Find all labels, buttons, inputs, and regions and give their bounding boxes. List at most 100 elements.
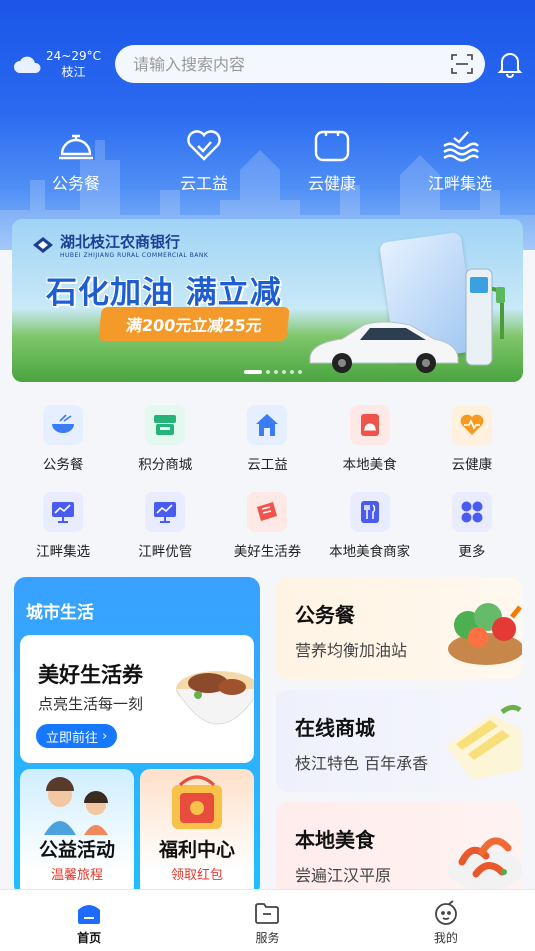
grid-item-points-mall[interactable]: 积分商城: [114, 405, 216, 492]
city-life-panel: 城市生活 美好生活券 点亮生活每一刻 立即前往 › 公益活动 温馨旅程 福利中心…: [14, 577, 260, 897]
welfare-center-card[interactable]: 福利中心 领取红包: [140, 769, 254, 897]
heart-pulse-icon: [460, 414, 484, 435]
service-grid: 公务餐 积分商城 云工益 本地美食 云健康 江畔集选 江畔优管 美好生活券 本地…: [12, 405, 523, 579]
bank-logo: 湖北枝江农商银行 HUBEI ZHIJIANG RURAL COMMERCIAL…: [32, 231, 208, 259]
charity-activity-card[interactable]: 公益活动 温馨旅程: [20, 769, 134, 897]
grid-item-more[interactable]: 更多: [421, 492, 523, 579]
life-coupon-subtitle: 点亮生活每一刻: [38, 695, 144, 713]
grid-icon-bg: [247, 405, 288, 445]
chart-screen-icon: [154, 502, 177, 523]
card-subtitle: 枝江特色 百年承香: [295, 754, 429, 773]
grid-item-riverside-select[interactable]: 江畔集选: [12, 492, 114, 579]
tab-label: 首页: [77, 931, 102, 945]
pagination-dot[interactable]: [274, 370, 278, 374]
tab-home[interactable]: 首页: [0, 890, 178, 951]
card-subtitle: 营养均衡加油站: [295, 641, 408, 660]
charity-title: 公益活动: [38, 839, 115, 861]
bottom-tab-bar: 首页 服务 我的: [0, 889, 535, 951]
life-coupon-card[interactable]: 美好生活券 点亮生活每一刻 立即前往 ›: [20, 635, 254, 763]
grid-icon-bg: [247, 492, 288, 532]
car-illustration: [309, 321, 459, 373]
hero-header: [0, 0, 535, 250]
grid-label: 云工益: [247, 457, 288, 473]
search-bar[interactable]: [115, 45, 485, 83]
grid-label: 江畔优管: [138, 544, 193, 560]
chevron-right-icon: ›: [98, 728, 108, 744]
grid-item-food-merchants[interactable]: 本地美食商家: [319, 492, 421, 579]
scan-icon[interactable]: [451, 53, 473, 75]
bank-name-en: HUBEI ZHIJIANG RURAL COMMERCIAL BANK: [60, 252, 209, 259]
tab-profile[interactable]: 我的: [357, 890, 535, 951]
grid-icon-bg: [451, 405, 492, 445]
topnav-item-cloud-health[interactable]: 云健康: [268, 126, 396, 194]
fuel-pump-illustration: [465, 268, 505, 366]
banner-pagination: [244, 370, 302, 374]
grid-item-cloud-health[interactable]: 云健康: [421, 405, 523, 492]
top-nav: 公务餐 云工益 云健康 江畔集选: [0, 126, 535, 194]
official-meal-card[interactable]: 公务餐 营养均衡加油站: [276, 577, 522, 679]
grid-icon-bg: [43, 492, 84, 532]
grid-icon-bg: [349, 492, 390, 532]
promo-banner[interactable]: 湖北枝江农商银行 HUBEI ZHIJIANG RURAL COMMERCIAL…: [12, 219, 523, 382]
topnav-label: 江畔集选: [427, 174, 492, 193]
grid-icon-bg: [349, 405, 390, 445]
pagination-dot[interactable]: [298, 370, 302, 374]
banner-offer-ribbon: 满200元立减25元: [98, 307, 290, 341]
topnav-item-official-meal[interactable]: 公务餐: [12, 126, 140, 194]
pagination-dot[interactable]: [290, 370, 294, 374]
vegetable-basket-illustration: [448, 603, 522, 665]
ticket-icon: [257, 502, 278, 521]
grid-label: 本地美食商家: [329, 544, 411, 560]
topnav-item-cloud-welfare[interactable]: 云工益: [140, 126, 268, 194]
heart-hands-icon: [187, 130, 221, 161]
profile-face-icon: [434, 900, 457, 925]
grid-item-cloud-welfare[interactable]: 云工益: [216, 405, 318, 492]
online-mall-card[interactable]: 在线商城 枝江特色 百年承香: [276, 690, 522, 792]
temperature-range: 24~29°C: [46, 49, 101, 63]
topnav-label: 公务餐: [51, 174, 100, 193]
grid-label: 云健康: [451, 457, 493, 473]
go-now-label: 立即前往: [46, 730, 99, 746]
bell-icon[interactable]: [497, 50, 523, 78]
local-food-card[interactable]: 本地美食 尝遍江汉平原: [276, 802, 522, 902]
card-subtitle: 尝遍江汉平原: [295, 866, 392, 885]
grid-item-official-meal[interactable]: 公务餐: [12, 405, 114, 492]
cloud-icon: [14, 56, 41, 73]
go-now-button[interactable]: 立即前往 ›: [36, 724, 118, 748]
waves-bird-icon: [443, 131, 479, 162]
grid-label: 美好生活券: [233, 544, 302, 560]
search-input[interactable]: [133, 54, 433, 74]
bank-logo-icon: [33, 237, 53, 253]
grid-label: 公务餐: [42, 457, 84, 473]
grid-label: 更多: [458, 544, 486, 560]
tab-label: 服务: [255, 931, 280, 945]
health-box-icon: [314, 130, 350, 162]
grid-icon-bg: [145, 492, 186, 532]
tab-label: 我的: [433, 931, 458, 945]
tab-services[interactable]: 服务: [178, 890, 356, 951]
life-coupon-title: 美好生活券: [38, 663, 143, 687]
topnav-item-riverside-select[interactable]: 江畔集选: [396, 126, 524, 194]
pagination-dot-active[interactable]: [244, 370, 262, 374]
service-bell-icon: [59, 134, 93, 160]
welfare-subtitle: 领取红包: [170, 868, 223, 883]
pagination-dot[interactable]: [282, 370, 286, 374]
bank-name: 湖北枝江农商银行: [60, 233, 181, 251]
topnav-label: 云工益: [179, 174, 228, 193]
grid-item-local-food[interactable]: 本地美食: [319, 405, 421, 492]
pagination-dot[interactable]: [266, 370, 270, 374]
grid-label: 江畔集选: [36, 544, 91, 560]
grid-label: 积分商城: [138, 457, 193, 473]
folder-icon: [255, 903, 280, 924]
banner-headline: 石化加油 满立减: [46, 275, 282, 311]
grid-item-life-coupon[interactable]: 美好生活券: [216, 492, 318, 579]
grid-label: 本地美食: [342, 457, 397, 473]
weather-city: 枝江: [61, 65, 86, 79]
sliced-cake-illustration: [446, 704, 522, 780]
weather-widget[interactable]: 24~29°C 枝江: [12, 48, 101, 80]
grid-item-riverside-manage[interactable]: 江畔优管: [114, 492, 216, 579]
food-box-icon: [360, 414, 379, 436]
charity-subtitle: 温馨旅程: [50, 868, 103, 883]
shop-icon: [154, 415, 177, 435]
chart-screen-icon: [52, 502, 75, 523]
